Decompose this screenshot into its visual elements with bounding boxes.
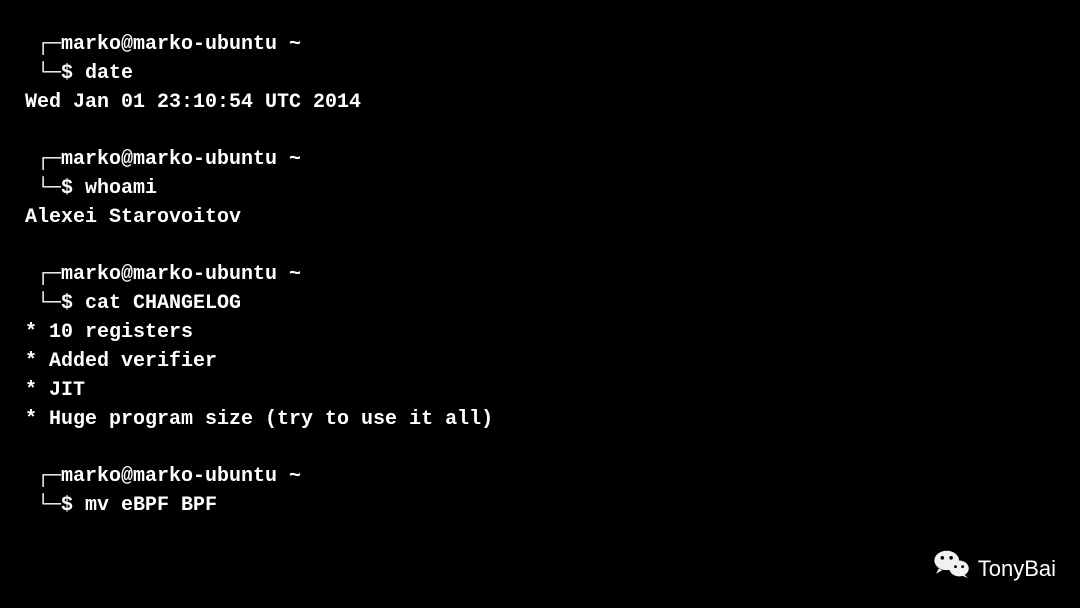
prompt-command-line: └─$ cat CHANGELOG — [25, 289, 1055, 318]
prompt-command-line: └─$ date — [25, 59, 1055, 88]
prompt-user-host: ┌─marko@marko-ubuntu ~ — [25, 30, 1055, 59]
output-line: Wed Jan 01 23:10:54 UTC 2014 — [25, 88, 1055, 117]
command-block: ┌─marko@marko-ubuntu ~ └─$ mv eBPF BPF — [25, 462, 1055, 520]
wechat-icon — [934, 549, 970, 588]
command-block: ┌─marko@marko-ubuntu ~ └─$ dateWed Jan 0… — [25, 30, 1055, 117]
output-line: * Added verifier — [25, 347, 1055, 376]
prompt-command-line: └─$ whoami — [25, 174, 1055, 203]
command-block: ┌─marko@marko-ubuntu ~ └─$ cat CHANGELOG… — [25, 260, 1055, 434]
prompt-command-line: └─$ mv eBPF BPF — [25, 491, 1055, 520]
command-block: ┌─marko@marko-ubuntu ~ └─$ whoamiAlexei … — [25, 145, 1055, 232]
prompt-user-host: ┌─marko@marko-ubuntu ~ — [25, 260, 1055, 289]
output-line: * Huge program size (try to use it all) — [25, 405, 1055, 434]
watermark: TonyBai — [934, 549, 1056, 588]
prompt-user-host: ┌─marko@marko-ubuntu ~ — [25, 462, 1055, 491]
prompt-user-host: ┌─marko@marko-ubuntu ~ — [25, 145, 1055, 174]
output-line: * 10 registers — [25, 318, 1055, 347]
output-line: Alexei Starovoitov — [25, 203, 1055, 232]
watermark-label: TonyBai — [978, 553, 1056, 585]
output-line: * JIT — [25, 376, 1055, 405]
terminal-output: ┌─marko@marko-ubuntu ~ └─$ dateWed Jan 0… — [25, 30, 1055, 520]
